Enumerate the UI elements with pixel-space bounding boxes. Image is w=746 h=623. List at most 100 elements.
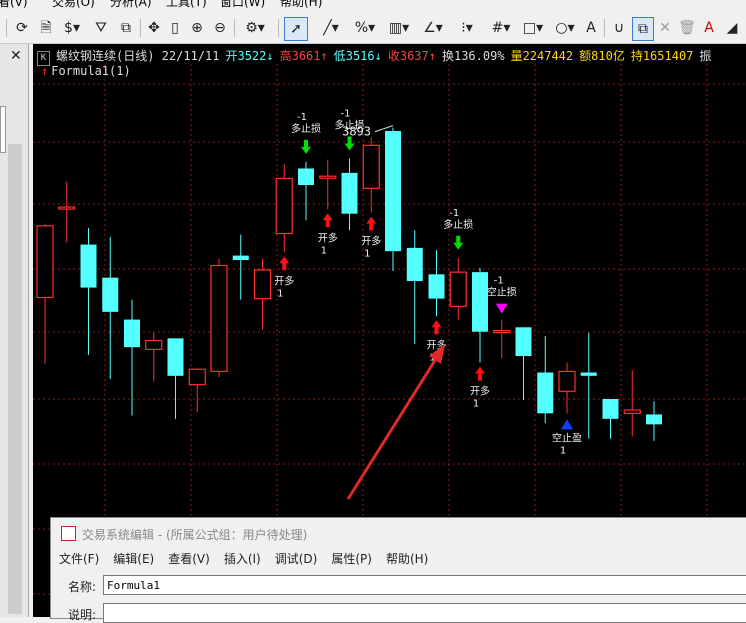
main-toolbar: ⟳ 🗎 $▾ ⛛ ⧉ ✥ ▯ ⊕ ⊖ ⚙▾ ➚ ╱▾ %▾ ▥▾ ∠▾ ⁝▾ #… <box>0 8 746 44</box>
dialog-title: 交易系统编辑 - (所属公式组：用户待处理) <box>61 526 307 543</box>
text-icon[interactable]: A <box>582 17 600 39</box>
dialog-menu-view[interactable]: 查看(V) <box>168 552 210 566</box>
candle-body-down <box>602 398 619 419</box>
dialog-menu-bar: 文件(F) 编辑(E) 查看(V) 插入(I) 调试(D) 属性(P) 帮助(H) <box>59 550 442 567</box>
cursor-icon[interactable]: ➚ <box>284 17 308 41</box>
copy-icon[interactable]: ⧉ <box>632 17 654 41</box>
menu-window[interactable]: 窗口(W) <box>220 0 265 8</box>
signal-label: 开多 <box>470 385 490 398</box>
signal-qty: 1 <box>364 249 370 260</box>
left-panel: ✕ <box>0 44 29 617</box>
open-price: 开3522↓ <box>225 49 274 63</box>
candle-body-down <box>646 414 662 425</box>
trading-system-editor-dialog: 交易系统编辑 - (所属公式组：用户待处理) 文件(F) 编辑(E) 查看(V) 插入… <box>50 517 746 623</box>
signal-qty: 1 <box>473 399 479 410</box>
signal-label: 多止损 <box>291 122 321 135</box>
text-color-icon[interactable]: A <box>700 17 718 39</box>
signal-label: 开多 <box>361 235 381 248</box>
dialog-menu-properties[interactable]: 属性(P) <box>331 552 372 566</box>
high-price: 高3661↑ <box>279 49 328 63</box>
candle-body-down <box>406 247 423 281</box>
bars-icon[interactable]: ▥▾ <box>384 17 414 39</box>
short-stop-arrow-icon <box>495 303 508 314</box>
formula-label[interactable]: ↑ Formula1(1) <box>41 64 131 78</box>
candle-body-down <box>472 272 488 332</box>
name-label: 名称: <box>68 580 97 594</box>
ruler-icon[interactable]: ▯ <box>167 17 183 39</box>
amplitude: 振 <box>699 49 712 63</box>
candle-body-down <box>124 319 140 348</box>
menu-view[interactable]: 查看(V) <box>0 0 28 8</box>
candle-body-up <box>275 177 293 235</box>
candle-body-up <box>319 175 337 179</box>
annotation-arrow-line <box>346 353 441 500</box>
rectangle-icon[interactable]: □▾ <box>518 17 548 39</box>
low-price: 低3516↓ <box>333 49 382 63</box>
magnet-icon[interactable]: ∪ <box>610 17 628 39</box>
signal-qty: -1 <box>449 208 459 219</box>
circle-icon[interactable]: ○▾ <box>550 17 580 39</box>
description-input[interactable] <box>103 603 746 623</box>
trash-icon[interactable]: 🗑 <box>678 17 696 39</box>
toolbar-separator <box>234 19 235 37</box>
candle-body-up <box>493 330 511 334</box>
delete-icon[interactable]: ✕ <box>656 17 674 39</box>
signal-label: 开多 <box>274 274 294 287</box>
dialog-menu-file[interactable]: 文件(F) <box>59 552 99 566</box>
crosshair-icon[interactable]: ✥ <box>145 17 163 39</box>
zoom-in-icon[interactable]: ⊕ <box>187 17 207 39</box>
turnover-rate: 换136.09% <box>441 49 505 63</box>
open-interest: 持1651407 <box>630 49 694 63</box>
dialog-menu-debug[interactable]: 调试(D) <box>275 552 318 566</box>
menu-tools[interactable]: 工具(T) <box>166 0 207 8</box>
angle-icon[interactable]: ∠▾ <box>418 17 448 39</box>
signal-qty: 1 <box>277 288 283 299</box>
long-arrow-icon <box>322 213 333 228</box>
document-icon[interactable]: 🗎 <box>36 17 56 39</box>
percent-icon[interactable]: %▾ <box>350 17 380 39</box>
candle-body-up <box>36 225 54 299</box>
description-label: 说明: <box>68 608 97 622</box>
zoom-out-icon[interactable]: ⊖ <box>210 17 230 39</box>
menu-trade[interactable]: 交易(O) <box>52 0 95 8</box>
menu-analyze[interactable]: 分析(A) <box>110 0 152 8</box>
toolbar-separator <box>140 19 141 37</box>
line-icon[interactable]: ╱▾ <box>316 17 346 39</box>
settings-icon[interactable]: ⚙▾ <box>240 17 270 39</box>
period-icon[interactable]: ⁝▾ <box>452 17 482 39</box>
toolbar-separator <box>6 19 7 37</box>
short-arrow-icon <box>561 419 573 430</box>
grid-icon[interactable]: #▾ <box>486 17 516 39</box>
close-panel-icon[interactable]: ✕ <box>10 48 22 64</box>
volume: 量2247442 <box>510 49 574 63</box>
long-arrow-icon <box>366 216 377 231</box>
editor-icon <box>61 526 76 541</box>
refresh-icon[interactable]: ⟳ <box>12 17 32 39</box>
candle-body-down <box>102 277 119 312</box>
candle-body-down <box>385 130 401 252</box>
dollar-icon[interactable]: $▾ <box>60 17 84 39</box>
dialog-menu-edit[interactable]: 编辑(E) <box>113 552 154 566</box>
candle-body-down <box>580 372 597 376</box>
amount: 额810亿 <box>579 49 625 63</box>
toolbar-separator <box>604 19 605 37</box>
fill-icon[interactable]: ◢ <box>722 17 742 39</box>
candle-body-down <box>515 327 532 356</box>
filter-icon[interactable]: ⛛ <box>90 17 112 39</box>
name-input[interactable]: Formula1 <box>103 575 746 595</box>
candle-body-up <box>58 206 76 210</box>
quote-info-bar: K 螺纹钢连续(日线) 22/11/11 开3522↓ 高3661↑ 低3516↓ 收36… <box>37 47 717 66</box>
panel-tab[interactable] <box>0 106 6 153</box>
signal-qty: 1 <box>560 445 566 456</box>
signal-label: 空止盈 <box>552 431 582 444</box>
dialog-menu-insert[interactable]: 插入(I) <box>224 552 261 566</box>
candle-body-up <box>362 144 380 189</box>
candle-body-down <box>298 168 314 186</box>
dialog-menu-help[interactable]: 帮助(H) <box>386 552 428 566</box>
menu-help[interactable]: 帮助(H) <box>280 0 322 8</box>
panel-scrollbar[interactable] <box>8 144 22 614</box>
up-arrow-icon: ↑ <box>41 64 49 78</box>
candle-body-up <box>623 409 641 414</box>
dialog-title-text: 交易系统编辑 - (所属公式组：用户待处理) <box>82 528 308 542</box>
new-window-icon[interactable]: ⧉ <box>116 17 136 39</box>
